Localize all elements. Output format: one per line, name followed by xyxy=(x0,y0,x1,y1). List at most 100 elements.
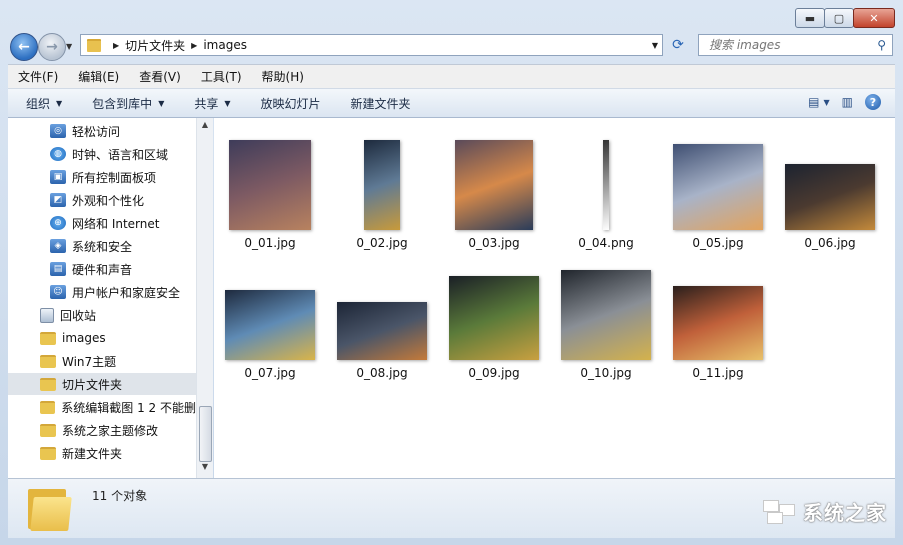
search-box[interactable]: ⚲ xyxy=(698,34,893,56)
image-thumbnail[interactable] xyxy=(229,140,311,230)
organize-label: 组织 xyxy=(26,96,51,111)
file-name[interactable]: 0_07.jpg xyxy=(214,366,326,380)
image-thumbnail[interactable] xyxy=(449,276,539,360)
file-item[interactable]: 0_01.jpg xyxy=(214,128,326,250)
nav-item[interactable]: 系统之家主题修改 xyxy=(8,419,196,441)
image-thumbnail[interactable] xyxy=(673,286,763,360)
search-input[interactable] xyxy=(707,37,871,53)
refresh-icon: ⟳ xyxy=(672,37,684,53)
menu-view[interactable]: 查看(V) xyxy=(139,68,181,85)
file-name[interactable]: 0_02.jpg xyxy=(326,236,438,250)
scroll-down-arrow[interactable]: ▼ xyxy=(197,462,213,476)
organize-button[interactable]: 组织 ▼ xyxy=(26,95,62,112)
nav-item-label: 轻松访问 xyxy=(72,124,121,139)
folder-icon xyxy=(40,400,56,414)
nav-item[interactable]: 切片文件夹 xyxy=(8,373,196,395)
security-icon: ◈ xyxy=(50,239,66,253)
nav-item[interactable]: 系统编辑截图 1 2 不能删 xyxy=(8,396,196,418)
file-name[interactable]: 0_01.jpg xyxy=(214,236,326,250)
file-item[interactable]: 0_06.jpg xyxy=(774,128,886,250)
nav-item[interactable]: ▣ 所有控制面板项 xyxy=(8,166,196,188)
scrollbar-thumb[interactable] xyxy=(199,406,212,462)
refresh-button[interactable]: ⟳ xyxy=(666,34,690,56)
chevron-down-icon: ▼ xyxy=(224,98,231,108)
close-button[interactable]: ✕ xyxy=(853,8,895,28)
breadcrumb-images[interactable]: images xyxy=(203,38,247,52)
change-view-icon[interactable]: ▤ xyxy=(808,95,819,109)
maximize-button[interactable]: ▢ xyxy=(824,8,854,28)
image-thumbnail[interactable] xyxy=(455,140,533,230)
image-thumbnail[interactable] xyxy=(561,270,651,360)
breadcrumb-slice-folder[interactable]: 切片文件夹 xyxy=(125,37,185,54)
menu-help[interactable]: 帮助(H) xyxy=(262,68,304,85)
new-folder-button[interactable]: 新建文件夹 xyxy=(351,95,411,112)
file-item[interactable]: 0_07.jpg xyxy=(214,258,326,380)
search-icon[interactable]: ⚲ xyxy=(877,38,886,52)
image-thumbnail[interactable] xyxy=(603,140,609,230)
file-name[interactable]: 0_09.jpg xyxy=(438,366,550,380)
image-thumbnail[interactable] xyxy=(225,290,315,360)
image-thumbnail[interactable] xyxy=(785,164,875,230)
nav-item[interactable]: 回收站 xyxy=(8,304,196,326)
forward-button[interactable]: → xyxy=(38,33,66,61)
nav-item[interactable]: ▤ 硬件和声音 xyxy=(8,258,196,280)
file-name[interactable]: 0_03.jpg xyxy=(438,236,550,250)
chevron-right-icon[interactable]: ▶ xyxy=(191,41,197,50)
file-name[interactable]: 0_04.png xyxy=(550,236,662,250)
image-thumbnail[interactable] xyxy=(364,140,400,230)
file-item[interactable]: 0_05.jpg xyxy=(662,128,774,250)
scroll-up-arrow[interactable]: ▲ xyxy=(197,120,213,134)
nav-item-label: 系统之家主题修改 xyxy=(62,423,159,438)
nav-item[interactable]: ◍ 时钟、语言和区域 xyxy=(8,143,196,165)
nav-item[interactable]: ☺ 用户帐户和家庭安全 xyxy=(8,281,196,303)
chevron-down-icon[interactable]: ▼ xyxy=(824,98,830,107)
recent-pages-dropdown[interactable]: ▼ xyxy=(66,42,72,51)
slideshow-button[interactable]: 放映幻灯片 xyxy=(261,95,321,112)
file-name[interactable]: 0_06.jpg xyxy=(774,236,886,250)
preview-pane-icon[interactable]: ▥ xyxy=(842,95,853,109)
share-button[interactable]: 共享 ▼ xyxy=(194,95,230,112)
share-label: 共享 xyxy=(194,96,219,111)
nav-item[interactable]: images xyxy=(8,327,196,349)
file-item[interactable]: 0_04.png xyxy=(550,128,662,250)
file-item[interactable]: 0_09.jpg xyxy=(438,258,550,380)
nav-item-label: 系统编辑截图 1 2 不能删 xyxy=(61,400,196,415)
nav-item-label: 新建文件夹 xyxy=(62,446,123,461)
file-name[interactable]: 0_11.jpg xyxy=(662,366,774,380)
address-bar[interactable]: ▶ 切片文件夹 ▶ images ▼ xyxy=(80,34,663,56)
file-name[interactable]: 0_08.jpg xyxy=(326,366,438,380)
help-icon[interactable]: ? xyxy=(865,94,881,110)
folder-icon xyxy=(28,485,72,531)
minimize-button[interactable]: ▬ xyxy=(795,8,825,28)
nav-item-label: 所有控制面板项 xyxy=(72,170,157,185)
nav-item-label: 用户帐户和家庭安全 xyxy=(72,285,181,300)
include-in-library-button[interactable]: 包含到库中 ▼ xyxy=(92,95,164,112)
nav-item[interactable]: Win7主题 xyxy=(8,350,196,372)
file-item[interactable]: 0_10.jpg xyxy=(550,258,662,380)
chevron-down-icon[interactable]: ▼ xyxy=(652,41,658,50)
file-name[interactable]: 0_10.jpg xyxy=(550,366,662,380)
file-item[interactable]: 0_03.jpg xyxy=(438,128,550,250)
details-pane: 11 个对象 系统之家 xyxy=(8,478,895,538)
file-name[interactable]: 0_05.jpg xyxy=(662,236,774,250)
back-button[interactable]: ← xyxy=(10,33,38,61)
item-count: 11 个对象 xyxy=(92,489,148,503)
nav-item-label: images xyxy=(62,331,106,345)
file-item[interactable]: 0_08.jpg xyxy=(326,258,438,380)
menu-file[interactable]: 文件(F) xyxy=(18,68,58,85)
nav-item[interactable]: ◎ 轻松访问 xyxy=(8,120,196,142)
ease-of-access-icon: ◎ xyxy=(50,124,66,138)
nav-item[interactable]: ◈ 系统和安全 xyxy=(8,235,196,257)
file-item[interactable]: 0_11.jpg xyxy=(662,258,774,380)
navigation-scrollbar[interactable]: ▲ ▼ xyxy=(196,118,213,478)
image-thumbnail[interactable] xyxy=(337,302,427,360)
menu-edit[interactable]: 编辑(E) xyxy=(78,68,119,85)
nav-item[interactable]: ⊕ 网络和 Internet xyxy=(8,212,196,234)
chevron-right-icon[interactable]: ▶ xyxy=(113,41,119,50)
nav-item[interactable]: 新建文件夹 xyxy=(8,442,196,464)
file-item[interactable]: 0_02.jpg xyxy=(326,128,438,250)
menu-tools[interactable]: 工具(T) xyxy=(201,68,242,85)
nav-item[interactable]: ◩ 外观和个性化 xyxy=(8,189,196,211)
nav-item-label: 硬件和声音 xyxy=(72,262,133,277)
image-thumbnail[interactable] xyxy=(673,144,763,230)
